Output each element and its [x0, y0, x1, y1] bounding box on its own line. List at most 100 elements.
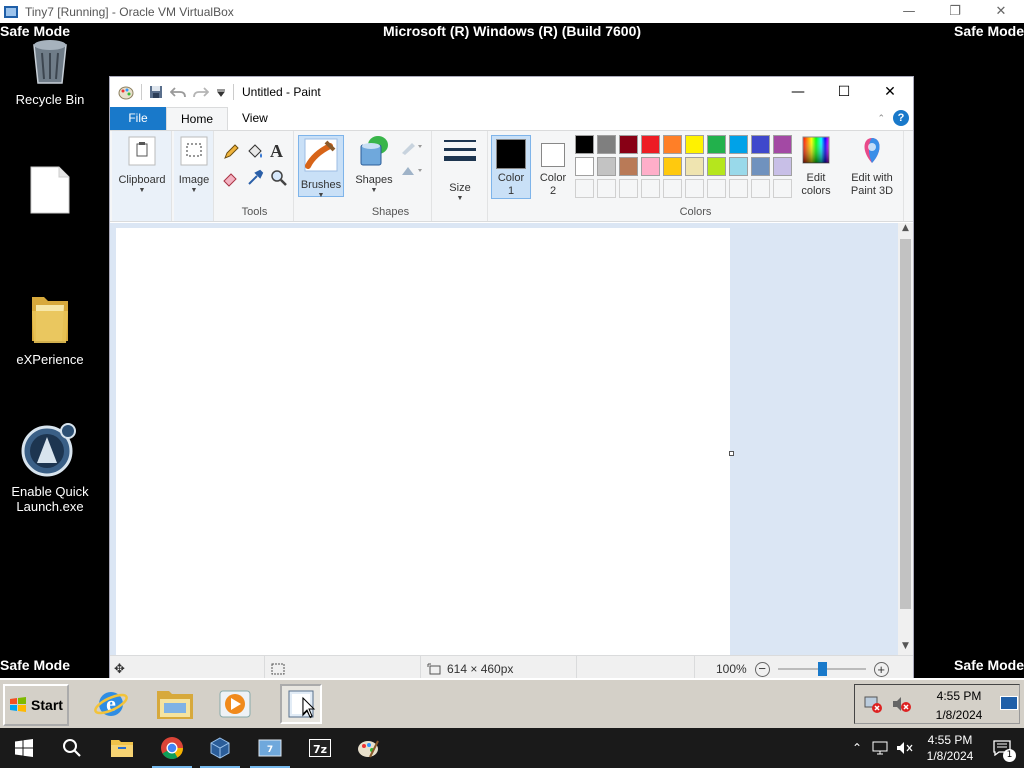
- brushes-button[interactable]: Brushes ▼: [298, 135, 344, 199]
- show-desktop-icon[interactable]: [1000, 696, 1018, 710]
- paint-minimize-button[interactable]: —: [775, 77, 821, 107]
- palette-color-swatch[interactable]: [707, 135, 726, 154]
- custom-color-slot[interactable]: [663, 179, 682, 198]
- collapse-ribbon-icon[interactable]: ⌃: [877, 113, 885, 124]
- custom-color-slot[interactable]: [685, 179, 704, 198]
- show-hidden-icons-icon[interactable]: ⌃: [852, 741, 862, 755]
- palette-color-swatch[interactable]: [641, 157, 660, 176]
- text-tool-icon[interactable]: A: [270, 141, 283, 162]
- host-clock[interactable]: 4:55 PM 1/8/2024: [920, 732, 980, 764]
- palette-color-swatch[interactable]: [751, 135, 770, 154]
- palette-color-swatch[interactable]: [751, 157, 770, 176]
- custom-color-slot[interactable]: [773, 179, 792, 198]
- pencil-icon[interactable]: [222, 143, 240, 161]
- palette-color-swatch[interactable]: [773, 135, 792, 154]
- edit-with-paint3d-button[interactable]: Edit with Paint 3D: [846, 135, 898, 198]
- custom-color-slot[interactable]: [729, 179, 748, 198]
- host-file-explorer[interactable]: [98, 728, 146, 768]
- desktop-icon-recycle-bin[interactable]: Recycle Bin: [0, 35, 100, 107]
- paint-maximize-button[interactable]: ☐: [821, 77, 867, 107]
- palette-color-swatch[interactable]: [619, 135, 638, 154]
- redo-icon[interactable]: [193, 85, 209, 99]
- help-icon[interactable]: ?: [893, 110, 909, 126]
- restore-button[interactable]: ❐: [932, 0, 978, 23]
- start-button[interactable]: Start: [3, 684, 69, 726]
- zoom-in-icon[interactable]: +: [873, 661, 889, 677]
- paint-close-button[interactable]: ✕: [867, 77, 913, 107]
- palette-color-swatch[interactable]: [641, 135, 660, 154]
- color2-button[interactable]: Color 2: [535, 135, 571, 198]
- palette-color-swatch[interactable]: [575, 135, 594, 154]
- taskbar-media-player[interactable]: [214, 684, 256, 724]
- zoom-slider-thumb[interactable]: [817, 662, 827, 676]
- custom-color-slot[interactable]: [707, 179, 726, 198]
- custom-color-slot[interactable]: [641, 179, 660, 198]
- close-button[interactable]: ✕: [978, 0, 1024, 23]
- color1-button[interactable]: Color 1: [491, 135, 531, 199]
- drawing-canvas[interactable]: [116, 228, 730, 655]
- quick-access-toolbar: [110, 84, 234, 100]
- volume-muted-icon[interactable]: [891, 695, 911, 713]
- minimize-button[interactable]: —: [886, 0, 932, 23]
- tab-view[interactable]: View: [228, 107, 282, 130]
- host-virtualbox[interactable]: [196, 728, 244, 768]
- scroll-down-icon[interactable]: ▼: [898, 641, 913, 655]
- scroll-up-icon[interactable]: ▲: [898, 223, 913, 237]
- tab-home[interactable]: Home: [166, 107, 229, 130]
- shapes-button[interactable]: Shapes ▼: [354, 135, 394, 195]
- host-search-button[interactable]: [48, 728, 96, 768]
- tab-file[interactable]: File: [110, 107, 166, 130]
- network-disconnected-icon[interactable]: [863, 695, 883, 713]
- host-paint[interactable]: [344, 728, 392, 768]
- vertical-scrollbar[interactable]: ▲ ▼: [898, 223, 913, 655]
- undo-icon[interactable]: [170, 85, 186, 99]
- customize-toolbar-icon[interactable]: [216, 87, 226, 97]
- custom-color-slot[interactable]: [575, 179, 594, 198]
- palette-color-swatch[interactable]: [575, 157, 594, 176]
- custom-color-slot[interactable]: [597, 179, 616, 198]
- image-button[interactable]: Image ▼: [177, 135, 211, 195]
- network-icon[interactable]: [872, 741, 888, 755]
- clipboard-button[interactable]: Clipboard ▼: [116, 135, 168, 195]
- host-chrome[interactable]: [148, 728, 196, 768]
- size-button[interactable]: Size ▼: [440, 137, 480, 203]
- save-icon[interactable]: [149, 85, 163, 99]
- palette-color-swatch[interactable]: [663, 157, 682, 176]
- fill-bucket-icon[interactable]: [246, 143, 264, 161]
- canvas-resize-handle-right[interactable]: [729, 451, 734, 456]
- palette-color-swatch[interactable]: [707, 157, 726, 176]
- taskbar-internet-explorer[interactable]: e: [90, 684, 132, 724]
- guest-clock[interactable]: 4:55 PM 1/8/2024: [927, 687, 991, 725]
- palette-color-swatch[interactable]: [663, 135, 682, 154]
- custom-color-slot[interactable]: [751, 179, 770, 198]
- magnifier-icon[interactable]: [270, 169, 288, 187]
- palette-color-swatch[interactable]: [685, 135, 704, 154]
- color-picker-icon[interactable]: [246, 169, 264, 187]
- paint-app-icon[interactable]: [118, 84, 134, 100]
- taskbar-paint[interactable]: [280, 684, 322, 724]
- host-tiny7-vm[interactable]: 7: [246, 728, 294, 768]
- palette-color-swatch[interactable]: [729, 157, 748, 176]
- desktop-icon-experience[interactable]: eXPerience: [0, 291, 100, 367]
- zoom-out-icon[interactable]: −: [754, 661, 770, 677]
- desktop-icon-blank-file[interactable]: [0, 165, 100, 222]
- eraser-icon[interactable]: [222, 169, 240, 187]
- zoom-slider[interactable]: [777, 662, 866, 676]
- palette-color-swatch[interactable]: [597, 157, 616, 176]
- palette-color-swatch[interactable]: [773, 157, 792, 176]
- palette-color-swatch[interactable]: [729, 135, 748, 154]
- volume-muted-icon[interactable]: [896, 741, 914, 755]
- scrollbar-thumb[interactable]: [900, 239, 911, 609]
- desktop-icon-enable-quick-launch[interactable]: Enable Quick Launch.exe: [0, 421, 100, 514]
- palette-color-swatch[interactable]: [619, 157, 638, 176]
- custom-color-slot[interactable]: [619, 179, 638, 198]
- edit-colors-button[interactable]: Edit colors: [796, 135, 836, 198]
- taskbar-explorer[interactable]: [154, 684, 196, 724]
- palette-color-swatch[interactable]: [597, 135, 616, 154]
- action-center-button[interactable]: 1: [980, 728, 1024, 768]
- host-7zip[interactable]: 7z: [296, 728, 344, 768]
- palette-color-swatch[interactable]: [685, 157, 704, 176]
- host-start-button[interactable]: [0, 728, 48, 768]
- fill-icon[interactable]: [400, 163, 424, 179]
- outline-icon[interactable]: [400, 139, 424, 155]
